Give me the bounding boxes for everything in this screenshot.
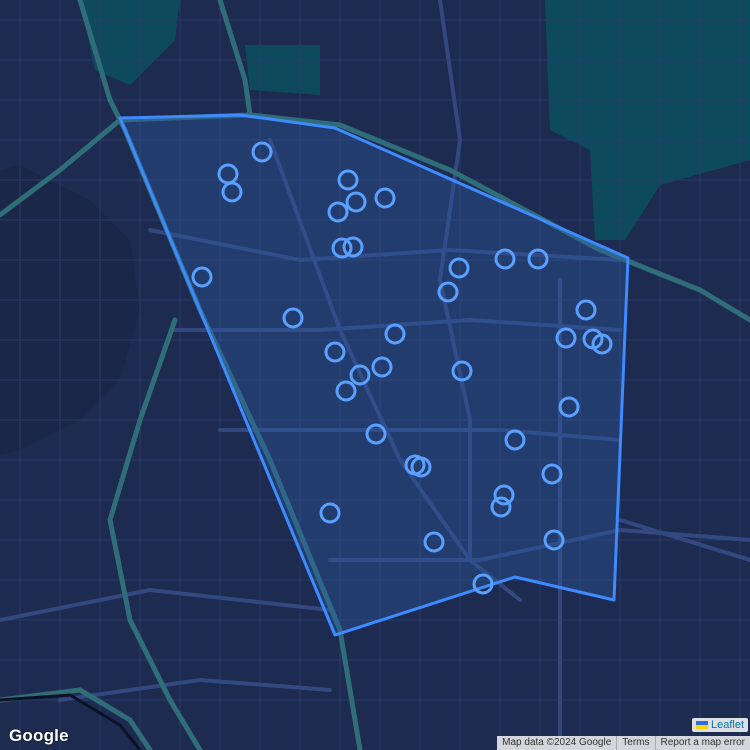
basemap[interactable] [0,0,750,750]
leaflet-link[interactable]: Leaflet [711,719,744,731]
report-error-link[interactable]: Report a map error [654,736,750,750]
map-data-attribution[interactable]: Map data ©2024 Google [497,736,616,750]
leaflet-attribution[interactable]: Leaflet [691,718,748,732]
water-area [245,45,320,95]
terms-link[interactable]: Terms [616,736,654,750]
attribution-bar: Map data ©2024 Google Terms Report a map… [497,736,750,750]
google-logo: Google [9,726,69,745]
ukraine-flag-icon [695,721,708,729]
map-container[interactable]: Google Leaflet Map data ©2024 Google Ter… [0,0,750,750]
